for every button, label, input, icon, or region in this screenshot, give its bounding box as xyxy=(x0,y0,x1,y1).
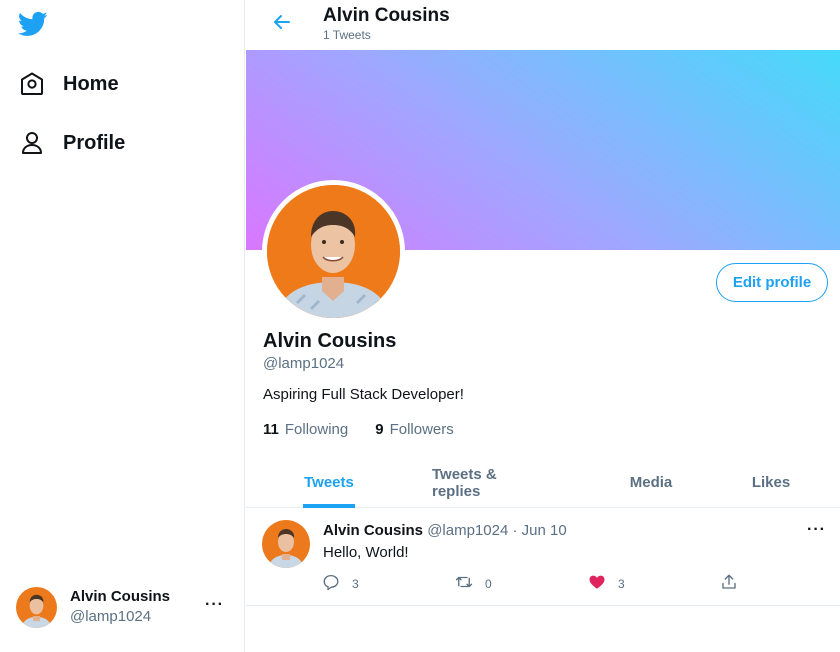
like-count: 3 xyxy=(618,577,625,591)
profile-bio: Aspiring Full Stack Developer! xyxy=(263,386,464,403)
avatar[interactable] xyxy=(262,520,310,568)
reply-button[interactable]: 3 xyxy=(322,572,359,596)
tweet-author-name[interactable]: Alvin Cousins xyxy=(323,522,423,539)
retweet-count: 0 xyxy=(485,577,492,591)
back-button[interactable] xyxy=(268,10,296,38)
header: Alvin Cousins 1 Tweets xyxy=(246,0,840,50)
nav-label-profile: Profile xyxy=(63,131,126,154)
profile-avatar[interactable] xyxy=(262,180,405,323)
reply-count: 3 xyxy=(352,577,359,591)
tweet-date[interactable]: Jun 10 xyxy=(522,522,567,539)
user-icon xyxy=(18,129,46,157)
followers-link[interactable]: 9 Followers xyxy=(375,421,454,438)
followers-count: 9 xyxy=(375,421,384,438)
more-icon[interactable]: ··· xyxy=(205,597,224,613)
profile-tabs: Tweets Tweets & replies Media Likes xyxy=(246,457,840,508)
nav-item-home[interactable]: Home xyxy=(18,64,119,104)
like-button[interactable]: 3 xyxy=(588,572,625,596)
tab-label: Tweets xyxy=(304,474,354,491)
tab-label: Media xyxy=(629,474,673,491)
sidebar: Home Profile Alvin Cousins @lamp1024 ··· xyxy=(0,0,245,652)
heart-filled-icon xyxy=(588,573,606,596)
tweet-text: Hello, World! xyxy=(323,544,409,561)
tweet-header: Alvin Cousins @lamp1024 · Jun 10 xyxy=(323,522,567,539)
share-icon xyxy=(720,573,738,596)
profile-handle: @lamp1024 xyxy=(263,355,345,372)
followers-label: Followers xyxy=(389,421,454,438)
comment-icon xyxy=(322,573,340,596)
more-icon[interactable]: ··· xyxy=(807,522,826,538)
arrow-left-icon xyxy=(272,12,292,37)
main-column: Alvin Cousins 1 Tweets Edit profile Alvi… xyxy=(246,0,840,652)
account-handle: @lamp1024 xyxy=(70,608,152,625)
tweet-author-handle[interactable]: @lamp1024 xyxy=(427,522,508,539)
profile-stats: 11 Following 9 Followers xyxy=(263,421,454,438)
tab-likes[interactable]: Likes xyxy=(751,457,791,508)
retweet-button[interactable]: 0 xyxy=(455,572,492,596)
profile-name: Alvin Cousins xyxy=(263,330,397,352)
avatar xyxy=(16,586,57,628)
tab-media[interactable]: Media xyxy=(628,457,674,508)
separator: · xyxy=(512,522,518,539)
edit-profile-button[interactable]: Edit profile xyxy=(716,263,828,302)
tab-label: Tweets & replies xyxy=(432,465,497,500)
tab-tweets[interactable]: Tweets xyxy=(303,457,355,508)
account-switcher[interactable]: Alvin Cousins @lamp1024 ··· xyxy=(16,585,230,629)
tweet[interactable]: Alvin Cousins @lamp1024 · Jun 10 ··· Hel… xyxy=(246,508,840,606)
following-label: Following xyxy=(284,421,349,438)
nav-item-profile[interactable]: Profile xyxy=(18,123,125,163)
tab-label: Likes xyxy=(751,474,791,491)
share-button[interactable] xyxy=(720,572,738,596)
account-name: Alvin Cousins xyxy=(70,588,171,605)
twitter-bird-icon[interactable] xyxy=(16,9,50,39)
page-title: Alvin Cousins xyxy=(323,5,450,26)
home-icon xyxy=(18,70,46,98)
nav-label-home: Home xyxy=(63,72,119,95)
tweet-count: 1 Tweets xyxy=(323,28,371,42)
tab-tweets-replies[interactable]: Tweets & replies xyxy=(432,457,549,508)
retweet-icon xyxy=(455,573,473,596)
following-count: 11 xyxy=(263,421,279,438)
following-link[interactable]: 11 Following xyxy=(263,421,348,438)
